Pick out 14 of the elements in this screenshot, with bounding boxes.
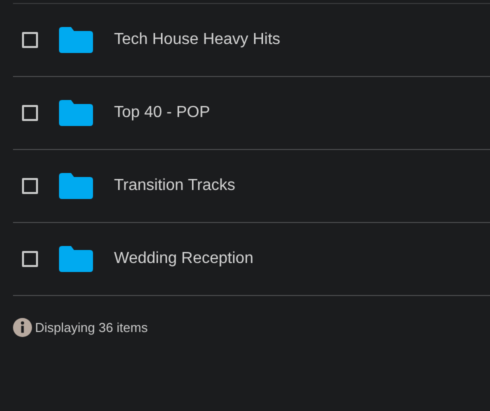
folder-name[interactable]: Wedding Reception [114, 250, 254, 268]
item-count: Displaying 36 items [35, 320, 148, 335]
checkbox[interactable] [22, 251, 38, 267]
checkbox[interactable] [22, 105, 38, 121]
checkbox[interactable] [22, 178, 38, 194]
folder-icon [59, 173, 93, 199]
folder-icon [59, 27, 93, 53]
folder-icon [59, 100, 93, 126]
folder-name[interactable]: Top 40 - POP [114, 104, 210, 122]
checkbox[interactable] [22, 32, 38, 48]
info-icon [13, 318, 32, 337]
folder-name[interactable]: Transition Tracks [114, 177, 236, 195]
folder-icon [59, 246, 93, 272]
folder-name[interactable]: Tech House Heavy Hits [114, 31, 280, 49]
